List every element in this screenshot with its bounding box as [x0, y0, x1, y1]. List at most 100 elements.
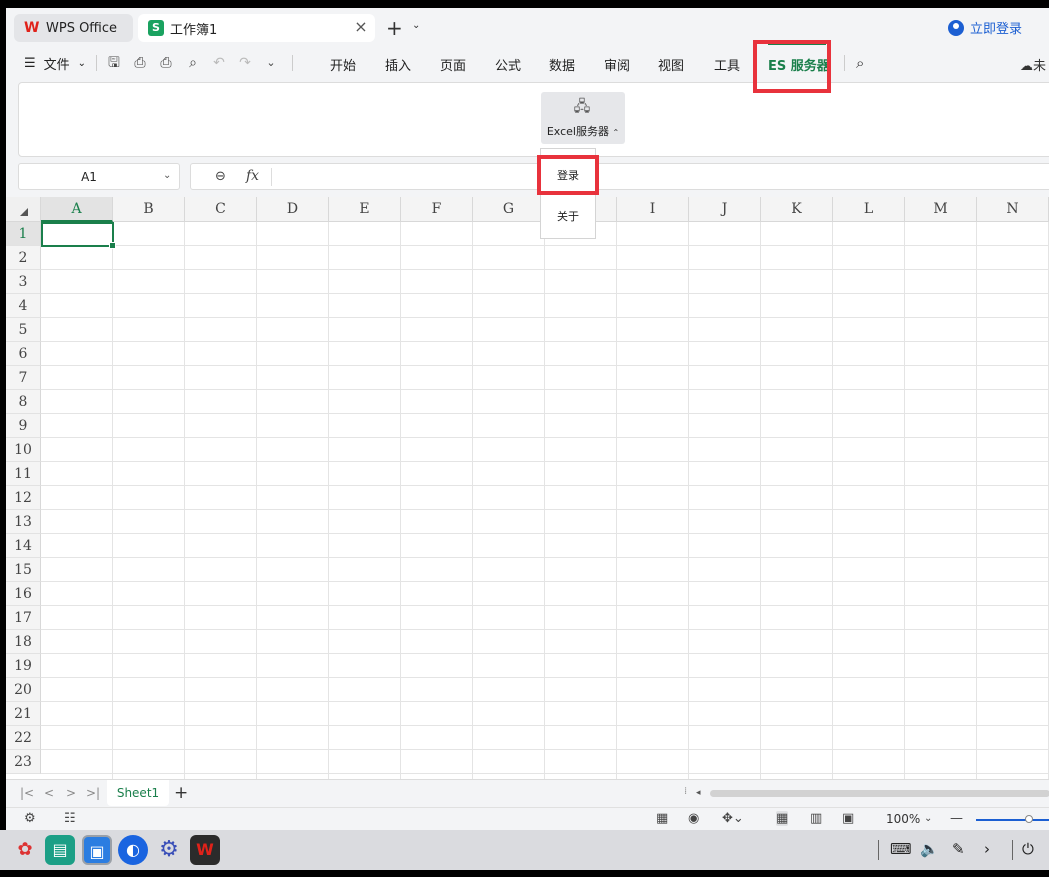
- excel-server-button[interactable]: 🖧 Excel服务器 ⌃: [541, 92, 625, 144]
- keyboard-icon[interactable]: ⌨: [890, 840, 912, 858]
- zoom-slider[interactable]: [976, 819, 1049, 821]
- menu-item-insert[interactable]: 插入: [385, 55, 411, 74]
- zoom-out-icon[interactable]: —: [950, 811, 963, 826]
- cloud-sync-button[interactable]: ☁未: [1020, 55, 1046, 74]
- terminal-icon[interactable]: ▤: [45, 835, 75, 865]
- sheet-list-icon[interactable]: ☷: [64, 811, 76, 826]
- row-header[interactable]: 18: [6, 630, 41, 654]
- row-header[interactable]: 10: [6, 438, 41, 462]
- row-header[interactable]: 16: [6, 582, 41, 606]
- column-header[interactable]: K: [761, 197, 833, 222]
- row-header[interactable]: 8: [6, 390, 41, 414]
- scroll-left-icon[interactable]: ◂: [696, 788, 701, 798]
- cell-area[interactable]: [41, 222, 1049, 779]
- row-header[interactable]: 1: [6, 222, 41, 246]
- table-view-icon[interactable]: ▦: [656, 811, 668, 826]
- print-preview-icon[interactable]: ⌕: [185, 55, 201, 71]
- power-icon[interactable]: ⏻: [1022, 840, 1034, 858]
- chevron-down-icon[interactable]: ⌄: [412, 20, 420, 31]
- row-header[interactable]: 19: [6, 654, 41, 678]
- menu-item-view[interactable]: 视图: [658, 55, 684, 74]
- row-header[interactable]: 4: [6, 294, 41, 318]
- chevron-right-icon[interactable]: ›: [984, 840, 990, 858]
- last-sheet-icon[interactable]: >|: [86, 786, 100, 800]
- name-box[interactable]: A1 ⌄: [18, 163, 180, 190]
- crosshair-icon[interactable]: ✥⌄: [722, 811, 744, 826]
- row-header[interactable]: 3: [6, 270, 41, 294]
- save-icon[interactable]: 🖫: [106, 55, 122, 71]
- dropdown-item-about[interactable]: 关于: [541, 208, 595, 224]
- menu-item-page[interactable]: 页面: [440, 55, 466, 74]
- chevron-down-icon[interactable]: ⌄: [924, 813, 932, 824]
- column-header[interactable]: N: [977, 197, 1049, 222]
- row-header[interactable]: 7: [6, 366, 41, 390]
- row-header[interactable]: 11: [6, 462, 41, 486]
- row-header[interactable]: 23: [6, 750, 41, 774]
- menu-item-data[interactable]: 数据: [549, 55, 575, 74]
- page-break-view-icon[interactable]: ▣: [842, 811, 854, 826]
- zoom-search-icon[interactable]: ⊖: [215, 169, 226, 184]
- settings-icon[interactable]: ⚙: [154, 835, 184, 865]
- login-button[interactable]: 立即登录: [948, 18, 1022, 37]
- horizontal-scrollbar[interactable]: [710, 790, 1049, 797]
- row-header[interactable]: 13: [6, 510, 41, 534]
- spreadsheet-grid[interactable]: ABCDEFGHIJKLMN 1234567891011121314151617…: [6, 197, 1049, 779]
- prev-sheet-icon[interactable]: <: [44, 786, 54, 800]
- column-header[interactable]: G: [473, 197, 545, 222]
- row-header[interactable]: 17: [6, 606, 41, 630]
- add-sheet-button[interactable]: +: [174, 783, 188, 803]
- zoom-level[interactable]: 100%: [886, 812, 920, 826]
- browser-icon[interactable]: ◐: [118, 835, 148, 865]
- row-header[interactable]: 5: [6, 318, 41, 342]
- menu-item-start[interactable]: 开始: [330, 55, 356, 74]
- column-header[interactable]: F: [401, 197, 473, 222]
- next-sheet-icon[interactable]: >: [66, 786, 76, 800]
- row-header[interactable]: 21: [6, 702, 41, 726]
- pen-icon[interactable]: ✎: [952, 840, 965, 858]
- menu-item-formula[interactable]: 公式: [495, 55, 521, 74]
- column-header[interactable]: E: [329, 197, 401, 222]
- launcher-icon[interactable]: ✿: [10, 835, 40, 865]
- chevron-down-icon[interactable]: ⌄: [263, 55, 279, 71]
- volume-icon[interactable]: 🔈: [920, 840, 939, 858]
- first-sheet-icon[interactable]: |<: [20, 786, 34, 800]
- wps-app-icon[interactable]: W: [190, 835, 220, 865]
- row-header[interactable]: 15: [6, 558, 41, 582]
- column-header[interactable]: J: [689, 197, 761, 222]
- column-header[interactable]: I: [617, 197, 689, 222]
- page-layout-icon[interactable]: ▥: [810, 811, 822, 826]
- fx-icon[interactable]: fx: [246, 168, 259, 184]
- formula-bar[interactable]: ⊖ fx: [190, 163, 1049, 190]
- new-tab-button[interactable]: +: [386, 16, 403, 40]
- search-icon[interactable]: ⌕: [856, 54, 864, 72]
- chevron-down-icon[interactable]: ⌄: [163, 170, 171, 181]
- column-header[interactable]: A: [41, 197, 113, 222]
- row-header[interactable]: 14: [6, 534, 41, 558]
- tab-wps-office[interactable]: W WPS Office: [14, 14, 133, 42]
- column-header[interactable]: M: [905, 197, 977, 222]
- file-menu-button[interactable]: ☰ 文件 ⌄: [24, 54, 86, 73]
- column-header[interactable]: L: [833, 197, 905, 222]
- active-cell-a1[interactable]: [41, 222, 116, 249]
- column-header[interactable]: C: [185, 197, 257, 222]
- select-all-corner[interactable]: [6, 197, 41, 222]
- scroll-divider-handle[interactable]: ⁞: [684, 786, 687, 797]
- sheet-tab-sheet1[interactable]: Sheet1: [107, 780, 169, 806]
- macro-icon[interactable]: ⚙: [24, 811, 36, 826]
- column-header[interactable]: B: [113, 197, 185, 222]
- eye-protection-icon[interactable]: ◉: [688, 811, 699, 826]
- file-manager-icon[interactable]: ▣: [82, 835, 112, 865]
- close-icon[interactable]: ×: [353, 19, 369, 35]
- row-header[interactable]: 2: [6, 246, 41, 270]
- row-header[interactable]: 6: [6, 342, 41, 366]
- menu-item-review[interactable]: 审阅: [604, 55, 630, 74]
- undo-icon[interactable]: ↶: [211, 55, 227, 71]
- normal-view-icon[interactable]: ▦: [776, 811, 789, 826]
- print-icon[interactable]: ⎙: [158, 55, 174, 71]
- column-header[interactable]: D: [257, 197, 329, 222]
- menu-item-tools[interactable]: 工具: [714, 55, 740, 74]
- tab-workbook[interactable]: S 工作簿1 ×: [138, 14, 375, 42]
- redo-icon[interactable]: ↷: [237, 55, 253, 71]
- row-header[interactable]: 12: [6, 486, 41, 510]
- row-header[interactable]: 20: [6, 678, 41, 702]
